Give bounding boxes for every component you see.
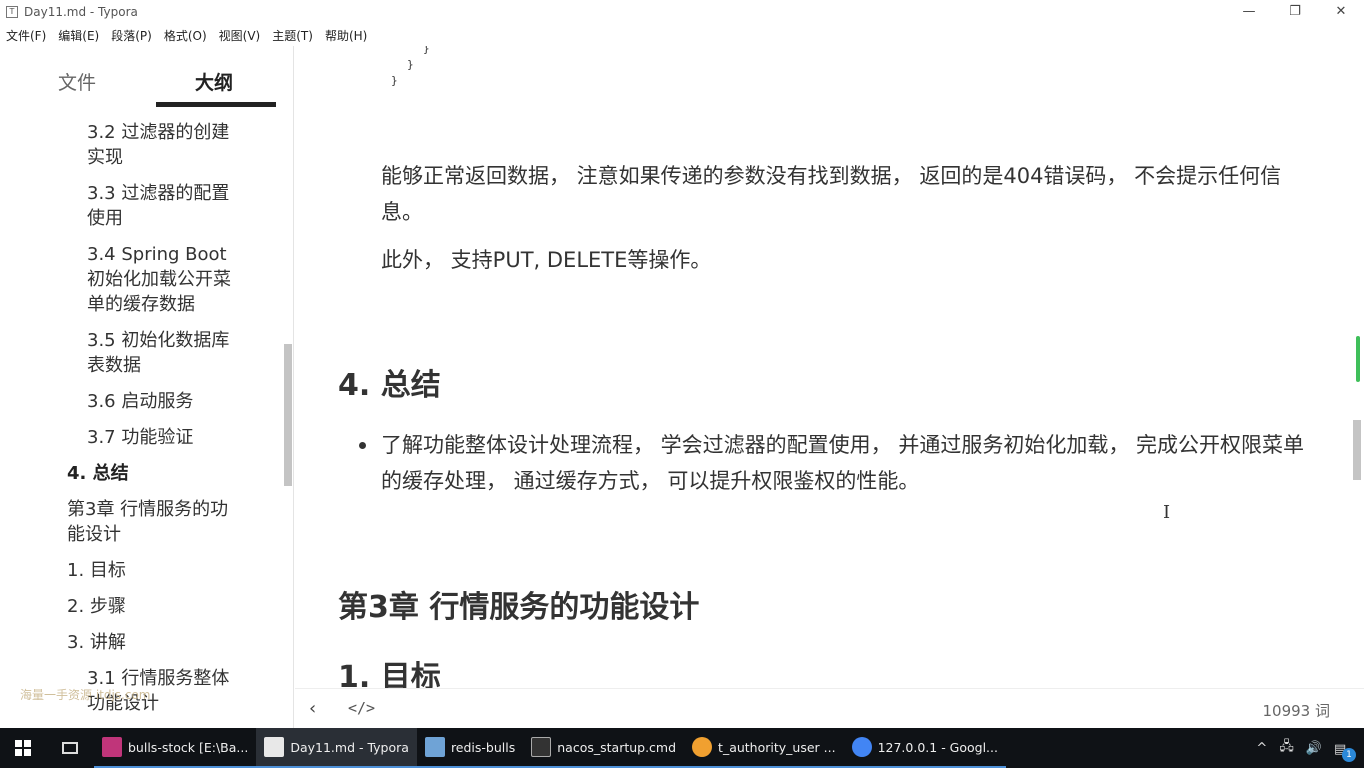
code-brace: } [423,46,430,55]
menu-help[interactable]: 帮助(H) [319,27,373,44]
outline-item[interactable]: 3.7 功能验证 [0,425,282,450]
editor-scrollbar[interactable] [1353,420,1361,480]
system-tray: ^ 🖧 🔊 ▤ 1 [1250,728,1364,768]
source-code-toggle-icon[interactable]: </> [348,699,375,717]
taskbar-item-navicat[interactable]: t_authority_user ... [684,728,844,768]
heading-chapter: 第3章 行情服务的功能设计 [338,590,700,625]
task-view-icon [62,742,78,754]
cmd-icon [531,737,552,757]
sidebar-tabs: 文件 大纲 [0,46,293,110]
windows-logo-icon [15,740,31,756]
redis-desktop-icon [424,737,445,757]
menu-paragraph[interactable]: 段落(P) [105,27,158,44]
menu-theme[interactable]: 主题(T) [266,27,319,44]
minimize-button[interactable]: — [1226,0,1272,24]
chevron-up-icon[interactable]: ^ [1256,741,1267,756]
paragraph: 能够正常返回数据， 注意如果传递的参数没有找到数据， 返回的是404错误码， 不… [381,164,1282,224]
taskbar-item-intellij[interactable]: bulls-stock [E:\Ba... [94,728,257,768]
editor[interactable]: } } } 能够正常返回数据， 注意如果传递的参数没有找到数据， 返回的是404… [295,46,1364,688]
code-brace: } [391,74,398,87]
window-controls: — ❐ ✕ [1226,0,1364,24]
menu-edit[interactable]: 编辑(E) [52,27,105,44]
taskbar-label: nacos_startup.cmd [557,739,677,755]
menu-file[interactable]: 文件(F) [0,27,52,44]
taskbar-item-chrome[interactable]: 127.0.0.1 - Googl... [843,728,1006,768]
watermark: 海量一手资源 itdjs.com [20,688,151,702]
intellij-icon [102,737,122,757]
text-cursor-icon: I [1163,502,1171,523]
outline-item[interactable]: 3. 讲解 [0,630,282,655]
taskbar-label: t_authority_user ... [718,739,836,755]
menu-format[interactable]: 格式(O) [158,27,213,44]
active-tab-indicator [156,102,276,107]
typora-icon [264,737,285,757]
taskbar-item-redis[interactable]: redis-bulls [416,728,524,768]
bullet-item: 了解功能整体设计处理流程， 学会过滤器的配置使用， 并通过服务初始化加载， 完成… [381,433,1305,493]
outline-item[interactable]: 第3章 行情服务的功能设计 [0,497,282,547]
taskbar-label: 127.0.0.1 - Googl... [877,739,998,755]
window-title: Day11.md - Typora [24,5,138,19]
task-view-button[interactable] [46,728,94,768]
taskbar-label: redis-bulls [450,739,516,755]
status-bar: ‹ </> 10993 词 [295,688,1364,728]
menu-bar: 文件(F) 编辑(E) 段落(P) 格式(O) 视图(V) 主题(T) 帮助(H… [0,24,1364,46]
outline-item[interactable]: 3.5 初始化数据库表数据 [0,328,282,378]
notification-badge: 1 [1342,748,1356,762]
bullet-icon [359,442,366,449]
taskbar-item-typora[interactable]: Day11.md - Typora [256,728,417,768]
word-count[interactable]: 10993 词 [1263,700,1331,721]
heading-goal: 1. 目标 [338,660,441,688]
volume-icon[interactable]: 🔊 [1306,741,1322,756]
heading-summary: 4. 总结 [338,368,441,403]
outline-item[interactable]: 3.2 过滤器的创建实现 [0,120,282,170]
code-brace: } [407,58,414,71]
network-icon[interactable]: 🖧 [1279,737,1294,759]
sidebar-scrollbar[interactable] [284,344,292,486]
paragraph: 此外， 支持PUT, DELETE等操作。 [381,248,712,272]
chrome-icon [851,737,872,757]
outline-item[interactable]: 2. 步骤 [0,594,282,619]
outline-item[interactable]: 1. 目标 [0,558,282,583]
notification-center-button[interactable]: ▤ 1 [1328,738,1356,762]
outline-item[interactable]: 3.4 Spring Boot 初始化加载公开菜单的缓存数据 [0,242,282,317]
outline-item[interactable]: 3.3 过滤器的配置使用 [0,181,282,231]
tab-files[interactable]: 文件 [58,68,96,95]
outline-item-active[interactable]: 4. 总结 [0,461,282,486]
start-button[interactable] [0,728,46,768]
sidebar: 文件 大纲 3.2 过滤器的创建实现 3.3 过滤器的配置使用 3.4 Spri… [0,46,294,728]
back-arrow-icon[interactable]: ‹ [309,698,316,719]
taskbar-label: bulls-stock [E:\Ba... [128,739,249,755]
outline-item[interactable]: 3.6 启动服务 [0,389,282,414]
restore-button[interactable]: ❐ [1272,0,1318,24]
navicat-icon [692,737,713,757]
title-bar: T Day11.md - Typora — ❐ ✕ [0,0,1364,24]
close-button[interactable]: ✕ [1318,0,1364,24]
menu-view[interactable]: 视图(V) [213,27,267,44]
tab-outline[interactable]: 大纲 [195,68,233,95]
scroll-position-marker [1356,336,1360,382]
outline-list: 3.2 过滤器的创建实现 3.3 过滤器的配置使用 3.4 Spring Boo… [0,120,282,727]
taskbar-item-nacos[interactable]: nacos_startup.cmd [523,728,685,768]
taskbar-label: Day11.md - Typora [290,739,409,755]
taskbar: bulls-stock [E:\Ba... Day11.md - Typora … [0,728,1364,768]
typora-app-icon: T [6,6,18,18]
